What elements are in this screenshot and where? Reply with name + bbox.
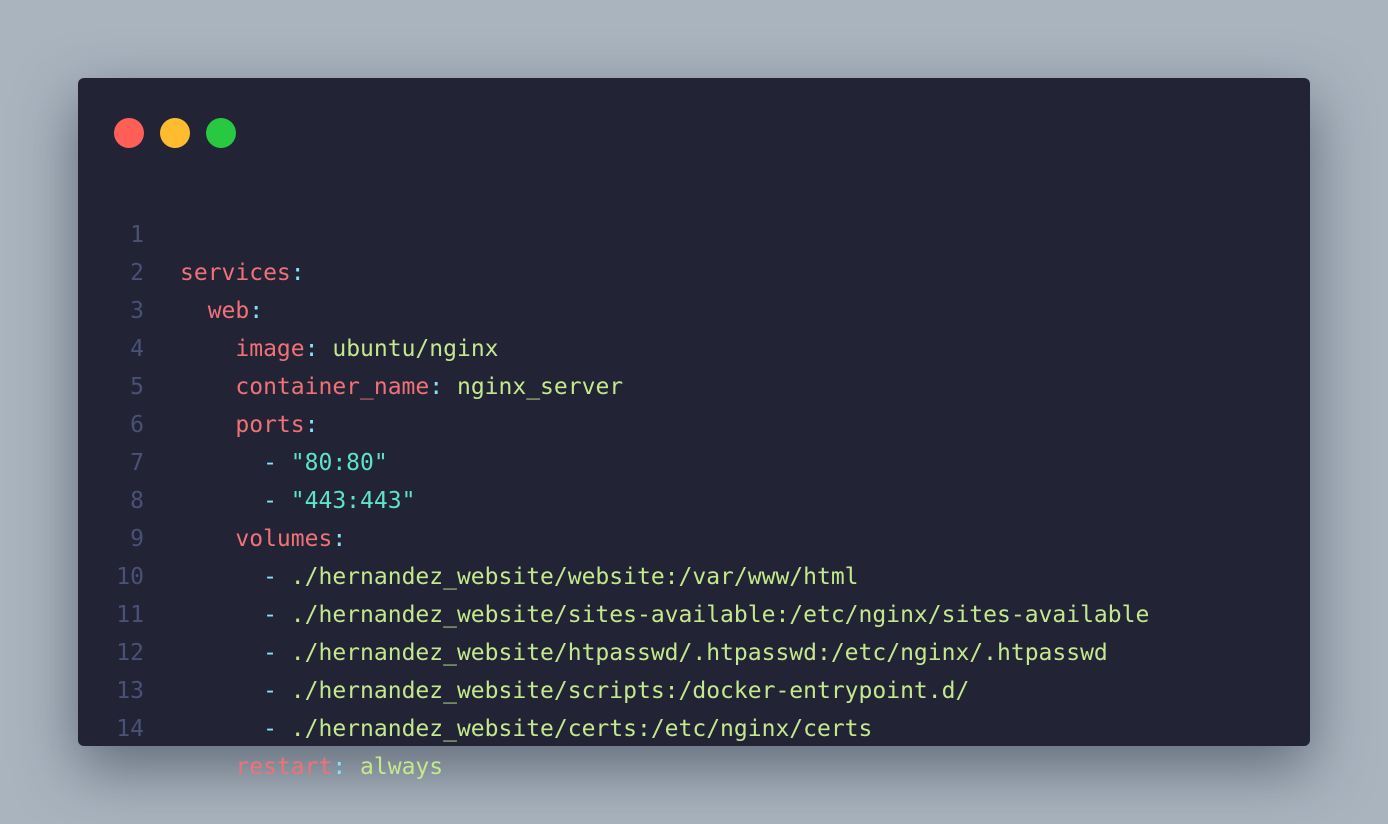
code-line: 14 restart: always: [78, 672, 1310, 780]
code-line: 9 - ./hernandez_website/website:/var/www…: [78, 482, 1310, 590]
line-content: restart: always: [180, 748, 443, 786]
close-dot-icon[interactable]: [114, 118, 144, 148]
code-line: 3 image: ubuntu/nginx: [78, 254, 1310, 362]
line-number: 14: [116, 716, 144, 742]
code-block: 1 services: 2 web: 3 image: ubuntu/nginx…: [78, 178, 1310, 780]
code-window: 1 services: 2 web: 3 image: ubuntu/nginx…: [78, 78, 1310, 780]
code-line: 4 container_name: nginx_server: [78, 292, 1310, 400]
code-line: 13 - ./hernandez_website/certs:/etc/ngin…: [78, 634, 1310, 742]
code-line: 8 volumes:: [78, 444, 1310, 552]
code-line: 2 web:: [78, 216, 1310, 324]
code-line: 5 ports:: [78, 330, 1310, 438]
window-controls: [114, 118, 252, 148]
yaml-dash: -: [263, 716, 291, 742]
yaml-colon: :: [332, 754, 361, 780]
code-line: 1 services:: [78, 178, 1310, 286]
code-line: 10 - ./hernandez_website/sites-available…: [78, 520, 1310, 628]
code-line: 12 - ./hernandez_website/scripts:/docker…: [78, 596, 1310, 704]
line-content: - ./hernandez_website/certs:/etc/nginx/c…: [180, 710, 872, 748]
code-line: 11 - ./hernandez_website/htpasswd/.htpas…: [78, 558, 1310, 666]
yaml-value: ./hernandez_website/certs:/etc/nginx/cer…: [290, 716, 873, 742]
code-line: 7 - "443:443": [78, 406, 1310, 514]
yaml-key: restart: [235, 754, 333, 780]
code-line: 6 - "80:80": [78, 368, 1310, 476]
maximize-dot-icon[interactable]: [206, 118, 236, 148]
minimize-dot-icon[interactable]: [160, 118, 190, 148]
yaml-value: always: [360, 754, 444, 780]
